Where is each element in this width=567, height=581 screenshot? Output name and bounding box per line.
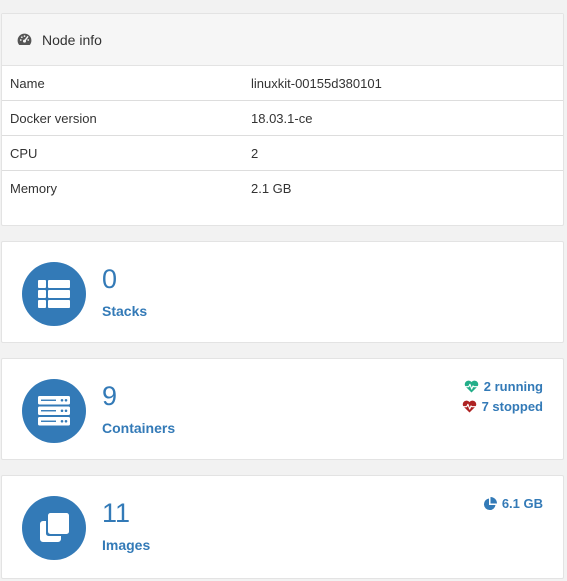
cpu-value: 2 [243,135,563,171]
images-label: Images [102,537,151,553]
docker-version-key: Docker version [2,100,243,136]
pie-chart-icon [483,496,497,511]
images-size-text: 6.1 GB [501,496,543,511]
images-count: 11 [102,498,131,528]
stopped-stat: 7 stopped [462,399,543,414]
stacks-icon-circle [22,262,86,326]
table-row: Name linuxkit-00155d380101 [2,66,563,101]
stacks-widget[interactable]: 0 Stacks [1,241,564,343]
heartbeat-running-icon [464,380,479,393]
table-row: CPU 2 [2,135,563,171]
node-info-table: Name linuxkit-00155d380101 Docker versio… [2,66,563,205]
server-icon [38,396,70,426]
table-row: Memory 2.1 GB [2,171,563,206]
containers-label: Containers [102,420,176,436]
cpu-key: CPU [2,135,243,171]
memory-value: 2.1 GB [251,180,292,196]
clone-icon [40,513,69,542]
images-widget[interactable]: 11 Images 6.1 GB [1,475,564,579]
images-size-stat: 6.1 GB [483,496,543,511]
list-icon [38,280,70,308]
stacks-label: Stacks [102,303,148,319]
node-info-title: Node info [42,31,102,48]
containers-widget[interactable]: 9 Containers 2 running 7 stopped [1,358,564,460]
node-info-panel: Node info Name linuxkit-00155d380101 Doc… [1,13,564,226]
images-icon-circle [22,496,86,560]
running-stat: 2 running [464,379,543,394]
tachometer-icon [16,31,33,48]
docker-version-value: 18.03.1-ce [243,100,563,136]
node-info-header: Node info [2,14,563,66]
running-text: 2 running [483,379,543,394]
containers-icon-circle [22,379,86,443]
memory-key: Memory [10,180,57,196]
name-key: Name [2,66,243,101]
stacks-count: 0 [102,264,118,294]
stopped-text: 7 stopped [481,399,543,414]
containers-count: 9 [102,381,118,411]
name-value: linuxkit-00155d380101 [243,66,563,101]
table-row: Docker version 18.03.1-ce [2,100,563,136]
heartbeat-stopped-icon [462,400,477,413]
